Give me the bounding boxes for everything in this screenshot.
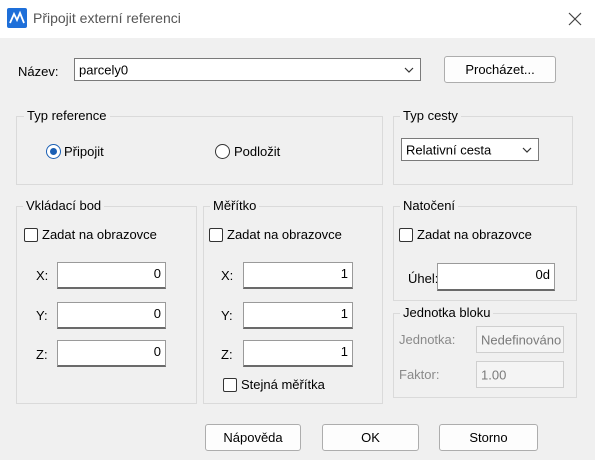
- scale-z-input[interactable]: 1: [243, 340, 353, 367]
- chevron-down-icon: [522, 147, 532, 153]
- factor-field: 1.00: [476, 361, 564, 388]
- reference-name-combo[interactable]: parcely0: [74, 58, 421, 81]
- insertion-y-input[interactable]: 0: [57, 302, 166, 329]
- name-label: Název:: [18, 64, 59, 79]
- browse-button[interactable]: Procházet...: [444, 56, 556, 83]
- help-button[interactable]: Nápověda: [205, 424, 301, 451]
- rotation-title: Natočení: [400, 198, 459, 214]
- rotation-on-screen-label[interactable]: Zadat na obrazovce: [417, 227, 532, 243]
- insertion-on-screen-label[interactable]: Zadat na obrazovce: [42, 227, 157, 243]
- cancel-button[interactable]: Storno: [439, 424, 538, 451]
- insertion-z-label: Z:: [36, 347, 48, 362]
- uniform-scale-label[interactable]: Stejná měřítka: [241, 377, 325, 393]
- unit-value: Nedefinováno: [481, 332, 562, 347]
- attach-label[interactable]: Připojit: [64, 144, 104, 160]
- insertion-x-input[interactable]: 0: [57, 262, 166, 289]
- app-logo-icon: [7, 8, 27, 28]
- factor-value: 1.00: [481, 367, 507, 382]
- path-type-value: Relativní cesta: [406, 142, 492, 157]
- scale-y-label: Y:: [221, 308, 233, 323]
- unit-label: Jednotka:: [399, 332, 456, 347]
- insertion-y-label: Y:: [36, 308, 48, 323]
- scale-x-input[interactable]: 1: [243, 262, 353, 289]
- scale-z-label: Z:: [221, 347, 233, 362]
- scale-z-value: 1: [340, 344, 348, 359]
- window-title: Připojit externí referenci: [33, 10, 181, 26]
- insertion-x-label: X:: [36, 268, 49, 283]
- scale-x-label: X:: [221, 268, 234, 283]
- scale-x-value: 1: [340, 266, 348, 281]
- scale-title: Měřítko: [210, 198, 260, 214]
- reference-name-value: parcely0: [79, 62, 129, 77]
- ok-button[interactable]: OK: [322, 424, 419, 451]
- path-type-combo[interactable]: Relativní cesta: [401, 138, 539, 161]
- angle-label: Úhel:: [408, 271, 439, 286]
- factor-label: Faktor:: [399, 367, 440, 382]
- insertion-on-screen-checkbox[interactable]: [24, 228, 38, 242]
- insertion-z-value: 0: [153, 344, 161, 359]
- scale-y-value: 1: [340, 306, 348, 321]
- angle-value: 0d: [535, 267, 550, 282]
- block-unit-title: Jednotka bloku: [400, 305, 494, 321]
- insertion-point-title: Vkládací bod: [23, 198, 105, 214]
- chevron-down-icon: [404, 67, 414, 73]
- scale-on-screen-label[interactable]: Zadat na obrazovce: [227, 227, 342, 243]
- insertion-z-input[interactable]: 0: [57, 340, 166, 367]
- close-icon[interactable]: [566, 10, 584, 28]
- angle-input[interactable]: 0d: [437, 263, 555, 291]
- insertion-x-value: 0: [153, 266, 161, 281]
- scale-y-input[interactable]: 1: [243, 302, 353, 329]
- overlay-radio[interactable]: [215, 144, 230, 159]
- unit-field: Nedefinováno: [476, 326, 564, 353]
- uniform-scale-checkbox[interactable]: [223, 378, 237, 392]
- scale-on-screen-checkbox[interactable]: [209, 228, 223, 242]
- overlay-label[interactable]: Podložit: [234, 144, 280, 160]
- insertion-y-value: 0: [153, 306, 161, 321]
- path-type-title: Typ cesty: [400, 108, 461, 124]
- reference-type-title: Typ reference: [24, 108, 110, 124]
- attach-radio[interactable]: [46, 144, 61, 159]
- rotation-on-screen-checkbox[interactable]: [399, 228, 413, 242]
